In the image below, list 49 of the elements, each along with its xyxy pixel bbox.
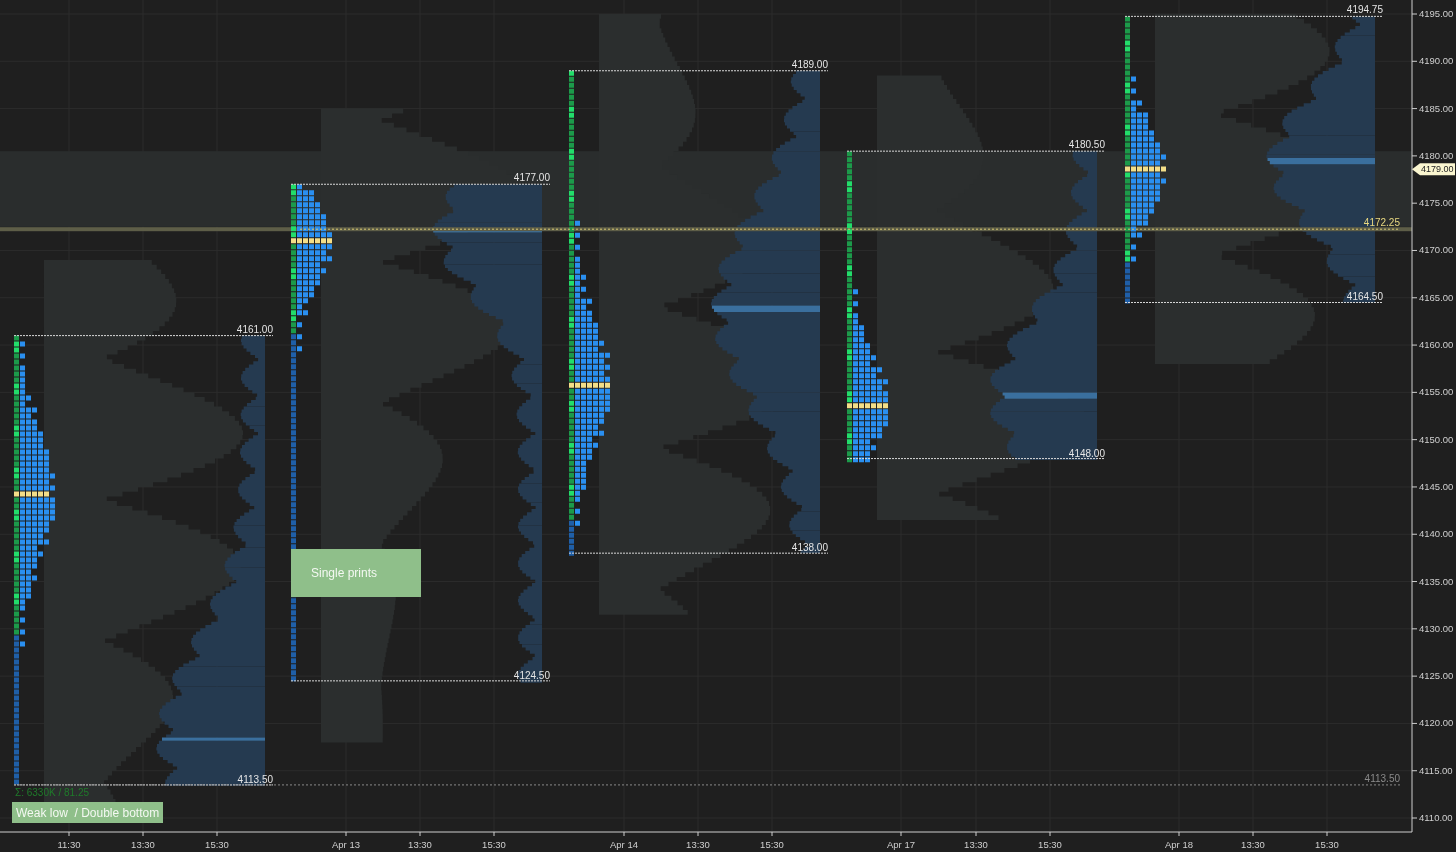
axis-label: 4175.00 [1419,197,1454,209]
annotation-note: Single prints [291,549,421,597]
axis-label: 15:30 [205,839,229,850]
axis-label: Apr 13 [332,839,360,850]
axis-label: 4140.00 [1419,528,1454,540]
axis-label: 4135.00 [1419,575,1454,587]
axis-label: 15:30 [760,839,784,850]
price-label: 4194.75 [1346,4,1383,16]
axis-label: 4155.00 [1419,386,1454,398]
price-label: 4148.00 [1068,447,1105,459]
price-label: 4180.50 [1068,139,1105,151]
volume-summary: Σ: 6330K / 81.25 [15,787,89,798]
price-label: 4113.50 [237,773,273,785]
axis-label: 4125.00 [1419,670,1454,682]
axis-label: 15:30 [482,839,506,850]
axis-label: 13:30 [408,839,432,850]
axis-label: 4160.00 [1419,339,1454,351]
price-label: 4164.50 [1346,291,1383,303]
annotation-note: Weak low / Double bottom [12,802,164,823]
axis-label: Apr 14 [610,839,638,850]
axis-label: Apr 17 [887,839,915,850]
level-label: 4172.25 [1363,217,1400,229]
axis-label: 4165.00 [1419,291,1454,303]
price-marker: 4179.00 [1412,163,1455,176]
level-label: 4113.50 [1364,772,1400,784]
axis-label: 4120.00 [1419,717,1454,729]
price-label: 4124.50 [513,669,550,681]
axis-label: 4190.00 [1419,55,1454,67]
axis-label: 4110.00 [1419,812,1453,823]
price-label: 4177.00 [513,172,550,184]
price-label: 4138.00 [791,542,828,554]
axis-label: 15:30 [1315,839,1339,850]
price-label: 4161.00 [236,323,273,335]
axis-label: 4150.00 [1419,433,1454,445]
axis-label: 4185.00 [1419,102,1454,114]
axis-label: 11:30 [57,839,81,850]
axis-label: 4170.00 [1419,244,1454,256]
axis-label: 4195.00 [1419,8,1454,19]
axis-label: 13:30 [686,839,710,850]
price-label: 4189.00 [791,58,828,70]
axis-label: 15:30 [1038,839,1062,850]
axis-label: 13:30 [1241,839,1265,850]
axis-label: 4180.00 [1419,149,1454,161]
axis-label: Apr 18 [1165,839,1193,850]
axis-label: 4115.00 [1419,764,1453,776]
axis-label: 4145.00 [1419,480,1454,492]
axis-label: 13:30 [131,839,155,850]
axis-label: 4130.00 [1419,622,1454,634]
axis-label: 13:30 [964,839,988,850]
